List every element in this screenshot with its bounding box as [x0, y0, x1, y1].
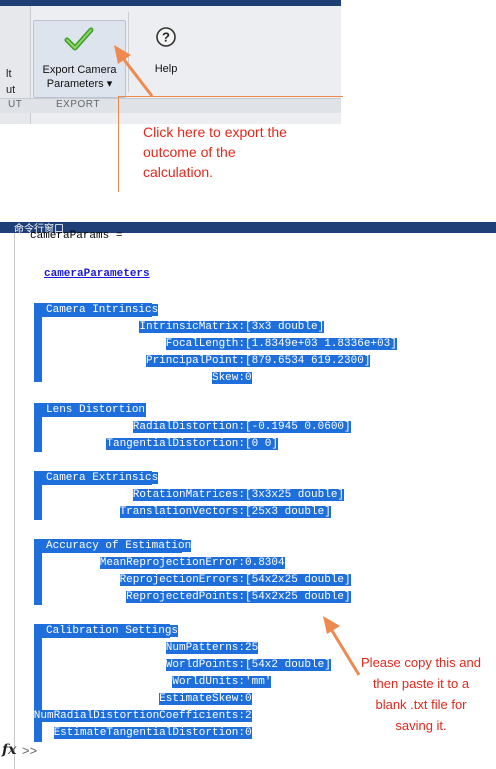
field-value: 25	[245, 642, 259, 654]
field-value: 0	[245, 727, 252, 739]
annotation-note-line3: blank .txt file for	[375, 697, 467, 712]
help-button-label: Help	[154, 63, 178, 75]
field-value: [3x3x25 double]	[245, 489, 345, 501]
partial-label-bottom: ut	[6, 84, 16, 96]
export-camera-parameters-button[interactable]: Export Camera Parameters ▾	[33, 20, 126, 98]
ribbon-group-bar	[0, 98, 341, 113]
help-icon: ?	[156, 27, 176, 47]
annotation-note-line1: Please copy this and	[361, 655, 481, 670]
field-label: WorldPoints:	[165, 659, 245, 671]
field-label: TranslationVectors:	[119, 506, 245, 518]
ribbon-top-bar	[0, 0, 341, 6]
annotation-text-line1: Click here to export the	[143, 124, 287, 140]
field-value: 0	[245, 372, 252, 384]
partial-label-top: lt	[6, 68, 12, 80]
annotation-note-line2: then paste it to a	[372, 676, 470, 691]
section-header-camera-intrinsics: Camera Intrinsics	[46, 304, 159, 316]
field-value: [3x3 double]	[245, 321, 325, 333]
field-label: NumRadialDistortionCoefficients:	[33, 710, 245, 722]
field-value: [0 0]	[245, 438, 279, 450]
field-value: 'mm'	[245, 676, 272, 688]
field-value: 0	[245, 693, 252, 705]
annotation-box-left-edge	[118, 96, 119, 192]
field-label: MeanReprojectionError:	[99, 557, 245, 569]
partial-group-label: UT	[8, 99, 23, 110]
selection-block	[34, 553, 42, 605]
export-group-label: EXPORT	[56, 99, 100, 110]
field-value: [54x2x25 double]	[245, 574, 351, 586]
selection-block	[34, 317, 42, 382]
checkmark-icon	[64, 27, 94, 51]
annotation-note-line4: saving it.	[395, 718, 447, 733]
section-header-lens-distortion: Lens Distortion	[46, 404, 146, 416]
field-label: FocalLength:	[165, 338, 245, 350]
annotation-note: Please copy this and then paste it to a …	[348, 652, 494, 736]
field-label: Skew:	[211, 372, 245, 384]
field-value: 2	[245, 710, 252, 722]
annotation-text-line3: calculation.	[143, 164, 214, 180]
field-value: [879.6534 619.2300]	[245, 355, 371, 367]
field-label: EstimateTangentialDistortion:	[53, 727, 245, 739]
field-label: PrincipalPoint:	[145, 355, 245, 367]
section-header-accuracy-of-estimation: Accuracy of Estimation	[46, 540, 192, 552]
selection-block	[34, 638, 42, 742]
annotation-box-top-edge	[118, 96, 343, 97]
selection-block	[34, 485, 42, 520]
field-label: IntrinsicMatrix:	[139, 321, 245, 333]
field-value: [1.8349e+03 1.8336e+03]	[245, 338, 397, 350]
field-label: WorldUnits:	[172, 676, 245, 688]
field-value: [-0.1945 0.0600]	[245, 421, 351, 433]
ribbon-toolstrip: lt ut Export Camera Parameters ▾ ? Help …	[0, 0, 341, 124]
field-value: [25x3 double]	[245, 506, 331, 518]
command-window-gutter	[14, 233, 15, 769]
export-button-label-line2: Parameters ▾	[46, 78, 113, 90]
field-value: [54x2x25 double]	[245, 591, 351, 603]
ribbon-separator	[128, 12, 129, 92]
command-prompt[interactable]: >>	[22, 743, 37, 758]
selection-block	[34, 417, 42, 452]
section-header-calibration-settings: Calibration Settings	[46, 625, 179, 637]
svg-text:?: ?	[162, 30, 170, 45]
field-label: NumPatterns:	[165, 642, 245, 654]
field-label: EstimateSkew:	[159, 693, 245, 705]
field-label: RadialDistortion:	[132, 421, 245, 433]
field-label: RotationMatrices:	[132, 489, 245, 501]
help-button[interactable]: ? Help	[134, 20, 198, 96]
class-link[interactable]: cameraParameters	[44, 268, 150, 280]
field-label: TangentialDistortion:	[106, 438, 245, 450]
export-button-label-line1: Export Camera	[42, 64, 117, 76]
variable-assignment: cameraParams =	[30, 230, 123, 242]
field-label: ReprojectionErrors:	[119, 574, 245, 586]
annotation-text-line2: outcome of the	[143, 144, 236, 160]
section-header-camera-extrinsics: Camera Extrinsics	[46, 472, 159, 484]
field-label: ReprojectedPoints:	[126, 591, 245, 603]
field-value: 0.8304	[245, 557, 285, 569]
function-browser-icon[interactable]: fx	[2, 742, 16, 758]
